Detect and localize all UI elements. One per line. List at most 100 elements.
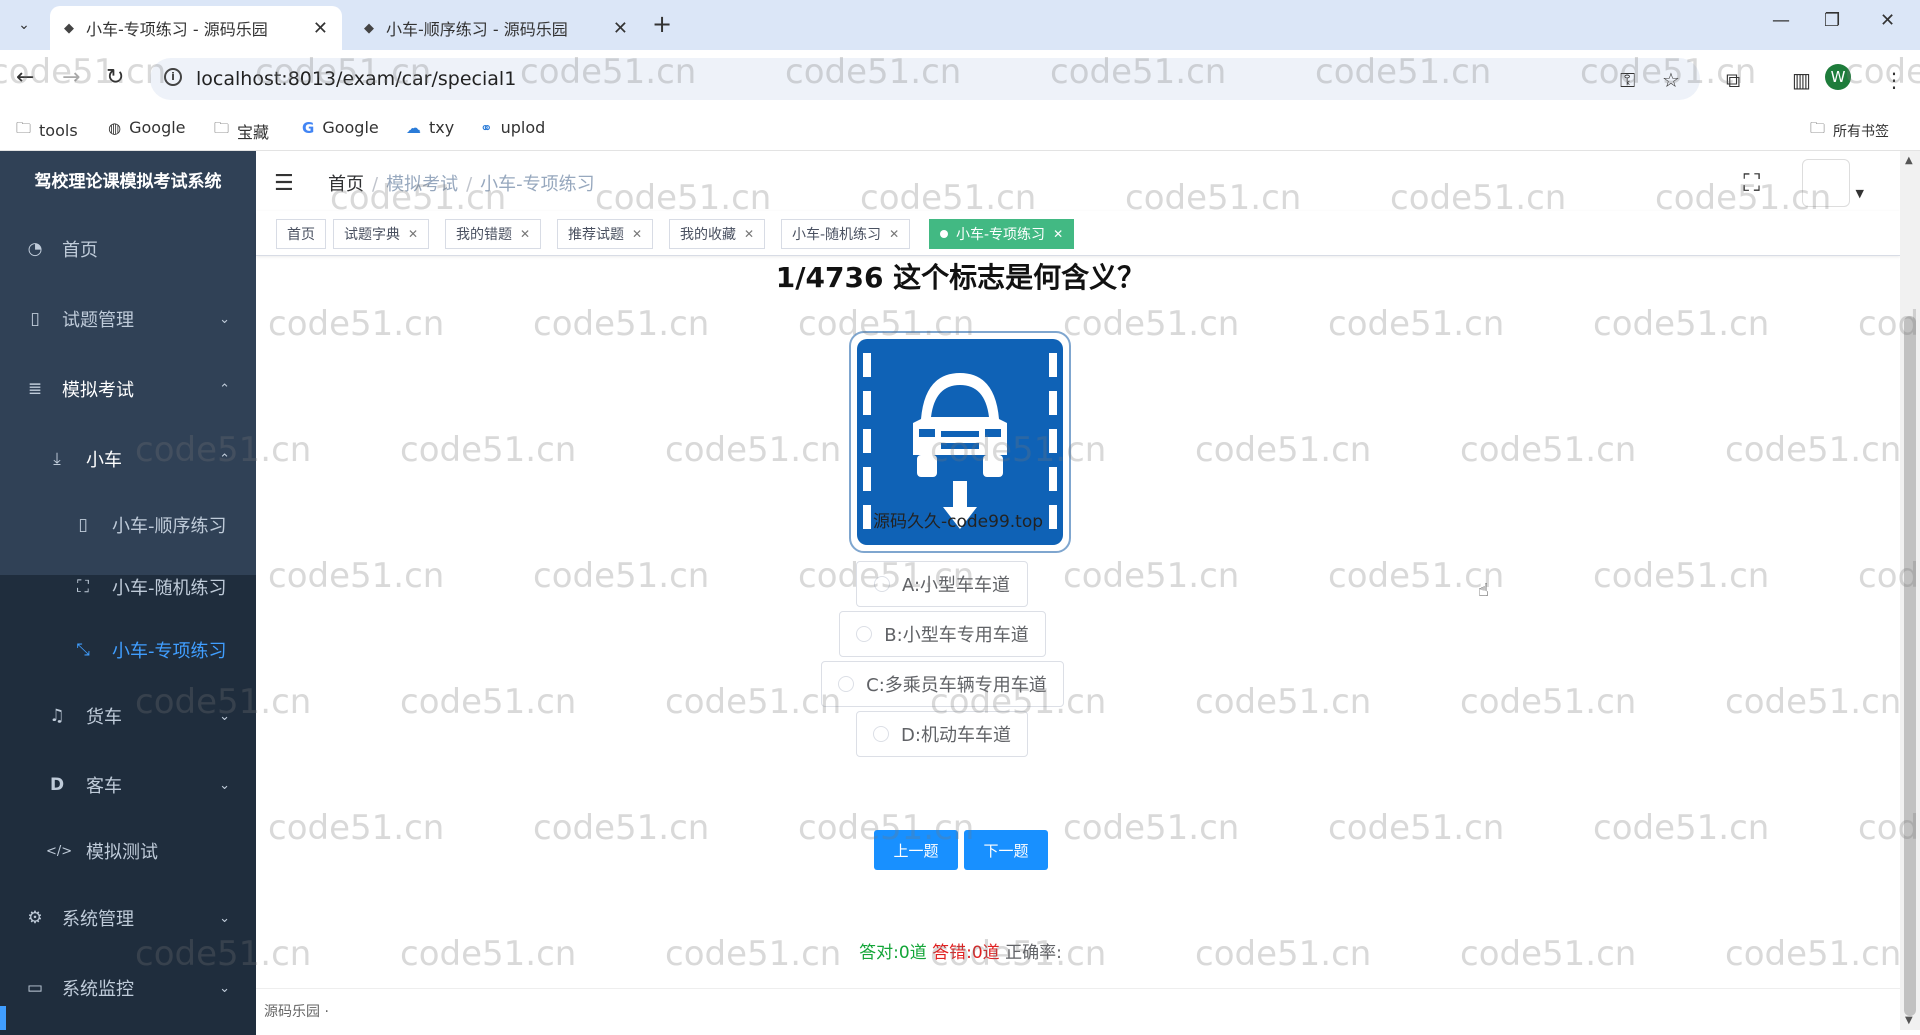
shrink-icon: ⤡ <box>76 640 90 660</box>
hamburger-icon[interactable]: ☰ <box>274 171 294 196</box>
breadcrumb-home[interactable]: 首页 <box>328 174 364 195</box>
close-icon[interactable]: ✕ <box>889 227 899 241</box>
radio-icon[interactable] <box>873 726 890 742</box>
caret-down-icon[interactable]: ▼ <box>1856 187 1864 200</box>
bookmarks-bar: 🗀 tools ◍ Google 🗀 宝藏 G Google ☁ txy ⚭ uplod 🗀… <box>0 108 1920 151</box>
extensions-icon[interactable]: ⧉ <box>1726 68 1740 92</box>
minimize-button[interactable]: — <box>1772 10 1790 31</box>
tag-car-special-active[interactable]: 小车-专项练习 ✕ <box>929 219 1075 249</box>
chevron-up-icon: ⌃ <box>219 451 230 467</box>
address-bar[interactable]: i localhost:8013/exam/car/special1 <box>150 58 1700 100</box>
radio-icon[interactable] <box>873 576 890 592</box>
menu-item-car[interactable]: ⤓ 小车 ⌃ <box>0 429 256 489</box>
list-icon: ≣ <box>27 379 43 399</box>
chevron-up-icon: ⌃ <box>219 381 230 397</box>
chevron-down-icon: ⌄ <box>219 311 230 327</box>
scroll-up-icon[interactable]: ▲ <box>1905 155 1913 166</box>
bookmark-uplod[interactable]: ⚭ uplod <box>480 118 545 137</box>
close-icon[interactable]: ✕ <box>520 227 530 241</box>
close-window-button[interactable]: ✕ <box>1880 10 1895 31</box>
bookmark-google[interactable]: ◍ Google <box>108 118 186 137</box>
radio-icon[interactable] <box>856 626 873 642</box>
reload-icon[interactable]: ↻ <box>106 65 124 90</box>
scroll-down-icon[interactable]: ▼ <box>1905 1015 1913 1026</box>
menu-item-system-monitor[interactable]: ▭ 系统监控 ⌄ <box>0 958 256 1018</box>
close-icon[interactable]: ✕ <box>1053 227 1063 241</box>
menu-dots-icon[interactable]: ⋮ <box>1884 68 1904 92</box>
all-bookmarks[interactable]: 🗀 所有书签 <box>1810 118 1889 143</box>
image-watermark-caption: 源码久久-code99.top <box>873 512 1043 532</box>
url-text: localhost:8013/exam/car/special1 <box>196 68 517 90</box>
menu-item-car-special[interactable]: ⤡ 小车-专项练习 <box>0 620 256 680</box>
sidebar-scroll-indicator <box>0 1006 6 1030</box>
menu-item-question-management[interactable]: ▯ 试题管理 ⌄ <box>0 289 256 349</box>
back-icon[interactable]: ← <box>16 65 34 90</box>
new-tab-button[interactable]: + <box>652 10 672 38</box>
globe-icon: ◍ <box>108 118 122 137</box>
question-text: 1/4736 这个标志是何含义？ <box>775 261 1146 294</box>
close-icon[interactable]: ✕ <box>632 227 642 241</box>
menu-item-mock-exam[interactable]: ≣ 模拟考试 ⌃ <box>0 359 256 419</box>
tag-car-random[interactable]: 小车-随机练习 ✕ <box>781 219 911 249</box>
menu-item-truck[interactable]: ♫ 货车 ⌄ <box>0 686 256 746</box>
profile-avatar[interactable]: W <box>1825 64 1851 90</box>
chevron-down-icon: ⌄ <box>18 17 30 33</box>
option-d[interactable]: D:机动车车道 <box>856 711 1028 757</box>
chevron-down-icon: ⌄ <box>219 777 230 793</box>
fullscreen-icon[interactable]: ⛶ <box>1743 169 1760 197</box>
navbar: ☰ 首页 / 模拟考试 / 小车-专项练习 ⛶ ▼ <box>256 151 1920 211</box>
close-icon[interactable]: ✕ <box>408 227 418 241</box>
folder-icon: 🗀 <box>1810 119 1826 137</box>
chevron-down-icon: ⌄ <box>219 708 230 724</box>
tag-recommended[interactable]: 推荐试题 ✕ <box>557 219 654 249</box>
close-tab-icon[interactable]: ✕ <box>313 18 328 39</box>
menu-item-bus[interactable]: D 客车 ⌄ <box>0 755 256 815</box>
breadcrumb-separator: / <box>372 174 379 195</box>
tab-search-button[interactable]: ⌄ <box>8 10 40 40</box>
site-info-icon[interactable]: i <box>164 68 182 86</box>
menu-item-car-sequential[interactable]: ▯ 小车-顺序练习 <box>0 495 256 555</box>
breadcrumb: 首页 / 模拟考试 / 小车-专项练习 <box>328 170 595 196</box>
hand-cursor-icon: ☝ <box>1478 580 1489 601</box>
page-scrollbar[interactable]: ▲ ▼ <box>1900 151 1920 1030</box>
menu-item-mock-test[interactable]: </> 模拟测试 <box>0 821 256 881</box>
traffic-sign-image: 源码久久-code99.top <box>849 331 1071 553</box>
sidepanel-icon[interactable]: ▥ <box>1792 68 1811 92</box>
tag-question-dictionary[interactable]: 试题字典 ✕ <box>333 219 430 249</box>
scrollbar-thumb[interactable] <box>1904 316 1916 1016</box>
option-c[interactable]: C:多乘员车辆专用车道 <box>821 661 1064 707</box>
folder-icon: 🗀 <box>214 119 230 137</box>
menu-item-home[interactable]: ◔ 首页 <box>0 219 256 279</box>
option-b[interactable]: B:小型车专用车道 <box>839 611 1046 657</box>
tag-home[interactable]: 首页 <box>276 219 326 249</box>
close-tab-icon[interactable]: ✕ <box>613 18 628 39</box>
bookmark-treasure[interactable]: 🗀 宝藏 <box>214 118 269 143</box>
book-icon: ▯ <box>78 515 88 535</box>
bookmark-txy[interactable]: ☁ txy <box>406 118 454 137</box>
menu-item-car-random[interactable]: ⛶ 小车-随机练习 <box>0 557 256 617</box>
radio-icon[interactable] <box>838 676 855 692</box>
star-icon[interactable]: ☆ <box>1662 68 1680 92</box>
user-avatar[interactable] <box>1802 159 1850 207</box>
chevron-down-icon: ⌄ <box>219 980 230 996</box>
tags-view: 首页 试题字典 ✕ 我的错题 ✕ 推荐试题 ✕ 我的收藏 ✕ 小车-随机练习 ✕ 小车-专… <box>256 211 1900 256</box>
option-a[interactable]: A:小型车车道 <box>856 561 1028 607</box>
active-dot <box>940 230 948 238</box>
exam-content: 1/4736 这个标志是何含义？ 源码久久-code99.top A:小型车车道 <box>256 256 1900 988</box>
correct-count: 答对:0道 <box>859 943 927 963</box>
bookmark-tools[interactable]: 🗀 tools <box>16 118 78 143</box>
tag-favorites[interactable]: 我的收藏 ✕ <box>669 219 766 249</box>
menu-item-system-management[interactable]: ⚙ 系统管理 ⌄ <box>0 888 256 948</box>
bookmark-google-2[interactable]: G Google <box>302 118 379 137</box>
close-icon[interactable]: ✕ <box>744 227 754 241</box>
cloud-icon: ☁ <box>406 118 421 137</box>
forward-icon[interactable]: → <box>62 65 80 90</box>
tag-my-wrong[interactable]: 我的错题 ✕ <box>445 219 542 249</box>
prev-question-button[interactable]: 上一题 <box>874 830 958 870</box>
breadcrumb-mock-exam: 模拟考试 <box>386 174 459 195</box>
browser-tab-active[interactable]: ◆ 小车-专项练习 - 源码乐园 ✕ <box>50 6 342 50</box>
next-question-button[interactable]: 下一题 <box>964 830 1048 870</box>
browser-tab[interactable]: ◆ 小车-顺序练习 - 源码乐园 ✕ <box>350 6 642 50</box>
key-icon[interactable]: ⚿ <box>1620 68 1635 92</box>
restore-button[interactable]: ❐ <box>1824 10 1840 31</box>
